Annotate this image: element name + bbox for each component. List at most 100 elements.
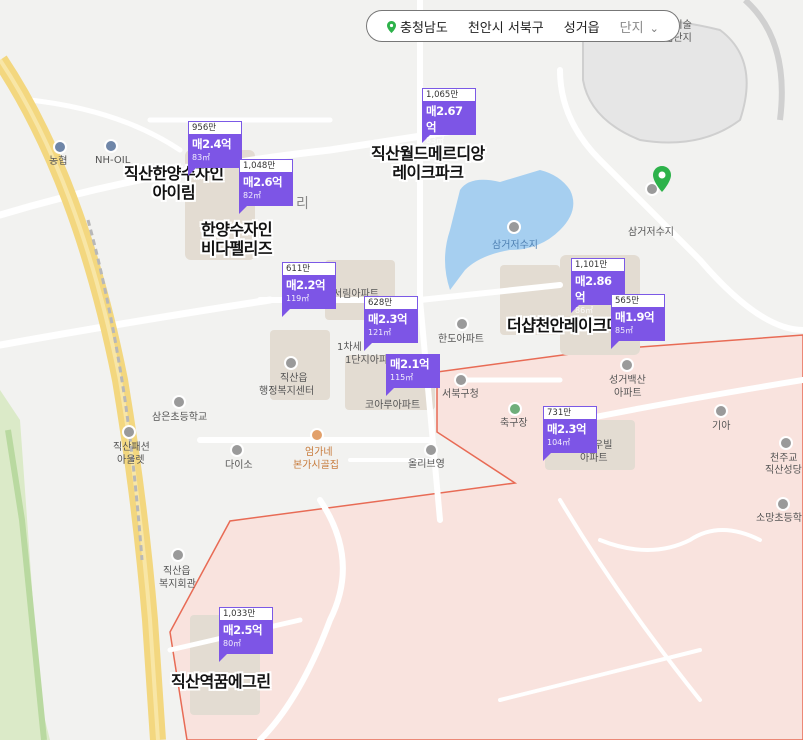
price-card: 매2.6억 82㎡ <box>239 172 293 206</box>
sale-amount: 매2.4억 <box>192 137 232 151</box>
province-label: 충청남도 <box>400 20 448 36</box>
area-size: 80㎡ <box>223 639 242 648</box>
marker-tail <box>239 206 247 214</box>
nonghyup-icon <box>53 140 67 154</box>
price-marker[interactable]: 956만 매2.4억 83㎡ <box>188 121 242 176</box>
price-marker[interactable]: 매2.1억 115㎡ <box>386 354 440 396</box>
town-label: 성거읍 <box>563 20 600 36</box>
outlet-label-1: 직산패션 <box>113 442 150 453</box>
olive-young-label: 올리브영 <box>408 459 445 470</box>
town-selector[interactable]: 성거읍 <box>554 17 610 36</box>
hando-apt-icon <box>455 317 469 331</box>
sale-amount: 매1.9억 <box>615 310 655 324</box>
seongeo-baeksan-label-2: 아파트 <box>614 388 642 399</box>
city-label: 천안시 서북구 <box>467 20 544 36</box>
outlet-label-2: 아울렛 <box>117 455 145 466</box>
restaurant-icon <box>310 428 324 442</box>
sale-amount: 매2.3억 <box>547 422 587 436</box>
school-icon-east <box>776 497 790 511</box>
seongeo-baeksan-label-1: 성거백산 <box>609 375 646 386</box>
reservoir-east-label: 삼거저수지 <box>628 227 674 238</box>
area-size: 115㎡ <box>390 373 414 382</box>
ri-label: 리 <box>296 196 309 212</box>
olive-young-icon <box>424 443 438 457</box>
area-size: 82㎡ <box>243 191 262 200</box>
seongeo-baeksan-icon <box>620 358 634 372</box>
welfare-center-icon <box>284 356 298 370</box>
complex-name-line: 비다펠리즈 <box>201 239 273 258</box>
welfare-center-label-2: 행정복지센터 <box>259 386 315 397</box>
welfare-hall-icon <box>171 548 185 562</box>
price-card: 매2.2억 119㎡ <box>282 275 336 309</box>
daiso-icon <box>230 443 244 457</box>
seobuk-office-label: 서북구청 <box>442 389 479 400</box>
sale-amount: 매2.3억 <box>368 312 408 326</box>
soccer-field-label: 축구장 <box>500 418 528 429</box>
price-card: 매2.1억 115㎡ <box>386 354 440 388</box>
church-label-1: 천주교 <box>770 453 798 464</box>
hando-apt-label: 한도아파트 <box>438 334 484 345</box>
complex-name-world-meridian[interactable]: 직산월드메르디앙 레이크파크 <box>371 144 485 182</box>
province-selector[interactable]: 충청남도 <box>377 17 458 36</box>
price-per-pyeong: 1,065만 <box>422 88 476 101</box>
area-size: 119㎡ <box>286 294 310 303</box>
price-per-pyeong: 956만 <box>188 121 242 134</box>
church-icon <box>779 436 793 450</box>
sameun-school-label: 삼은초등학교 <box>152 412 208 423</box>
area-size: 83㎡ <box>426 136 445 145</box>
price-card: 매2.4억 83㎡ <box>188 134 242 168</box>
sale-amount: 매2.5억 <box>223 623 263 637</box>
reservoir-icon <box>507 220 521 234</box>
area-size: 121㎡ <box>368 328 392 337</box>
marker-tail <box>282 309 290 317</box>
church-label-2: 직산성당 <box>765 465 802 476</box>
price-marker[interactable]: 565만 매1.9억 85㎡ <box>611 294 665 349</box>
sale-amount: 매2.2억 <box>286 278 326 292</box>
price-card: 매2.67억 83㎡ <box>422 101 476 145</box>
complex-name-line: 아이림 <box>152 183 196 202</box>
gas-station-icon <box>104 139 118 153</box>
map-pin-icon <box>387 20 396 33</box>
complex-name-hanyang-bida[interactable]: 한양수자인 비다펠리즈 <box>201 220 273 258</box>
reservoir-lake-label: 삼거저수지 <box>492 240 538 251</box>
price-marker[interactable]: 611만 매2.2억 119㎡ <box>282 262 336 317</box>
welfare-hall-label-1: 직산읍 <box>163 566 191 577</box>
sale-amount: 매2.1억 <box>390 357 430 371</box>
sameun-school-icon <box>172 395 186 409</box>
complex-name-jiksan-dream[interactable]: 직산역꿈에그린 <box>171 672 271 691</box>
city-selector[interactable]: 천안시 서북구 <box>458 17 554 36</box>
welfare-hall-label-2: 복지회관 <box>159 579 196 590</box>
price-marker[interactable]: 1,033만 매2.5억 80㎡ <box>219 607 273 662</box>
complex-filter-dropdown[interactable]: 단지 ⌄ <box>610 17 669 36</box>
price-per-pyeong: 611만 <box>282 262 336 275</box>
complex-name-line: 레이크파크 <box>392 163 464 182</box>
chevron-down-icon: ⌄ <box>649 21 659 35</box>
filter-label: 단지 <box>619 20 644 36</box>
somang-school-label: 소망초등학 <box>756 513 802 524</box>
apt-1cha-label-2: 1단지아파 <box>345 355 389 366</box>
nonghyup-label: 농협 <box>49 156 68 167</box>
price-marker[interactable]: 1,065만 매2.67억 83㎡ <box>422 88 476 145</box>
kia-icon <box>714 404 728 418</box>
sale-amount: 매2.67억 <box>426 104 463 134</box>
seobuk-office-icon <box>454 373 468 387</box>
price-marker[interactable]: 628만 매2.3억 121㎡ <box>364 296 418 351</box>
restaurant-label-2: 본가시골집 <box>293 460 339 471</box>
korea-apt-label: 코아루아파트 <box>365 400 421 411</box>
marker-tail <box>543 453 551 461</box>
marker-tail <box>364 343 372 351</box>
location-pin-icon[interactable] <box>653 166 671 192</box>
price-per-pyeong: 1,048만 <box>239 159 293 172</box>
price-per-pyeong: 1,101만 <box>571 258 625 271</box>
area-size: 85㎡ <box>615 326 634 335</box>
price-marker[interactable]: 731만 매2.3억 104㎡ <box>543 406 597 461</box>
price-card: 매1.9억 85㎡ <box>611 307 665 341</box>
price-marker[interactable]: 1,048만 매2.6억 82㎡ <box>239 159 293 214</box>
outlet-icon <box>122 425 136 439</box>
area-size: 83㎡ <box>192 153 211 162</box>
price-card: 매2.3억 104㎡ <box>543 419 597 453</box>
marker-tail <box>611 341 619 349</box>
complex-name-line: 한양수자인 <box>201 220 273 239</box>
price-per-pyeong: 1,033만 <box>219 607 273 620</box>
welfare-center-label-1: 직산읍 <box>280 373 308 384</box>
